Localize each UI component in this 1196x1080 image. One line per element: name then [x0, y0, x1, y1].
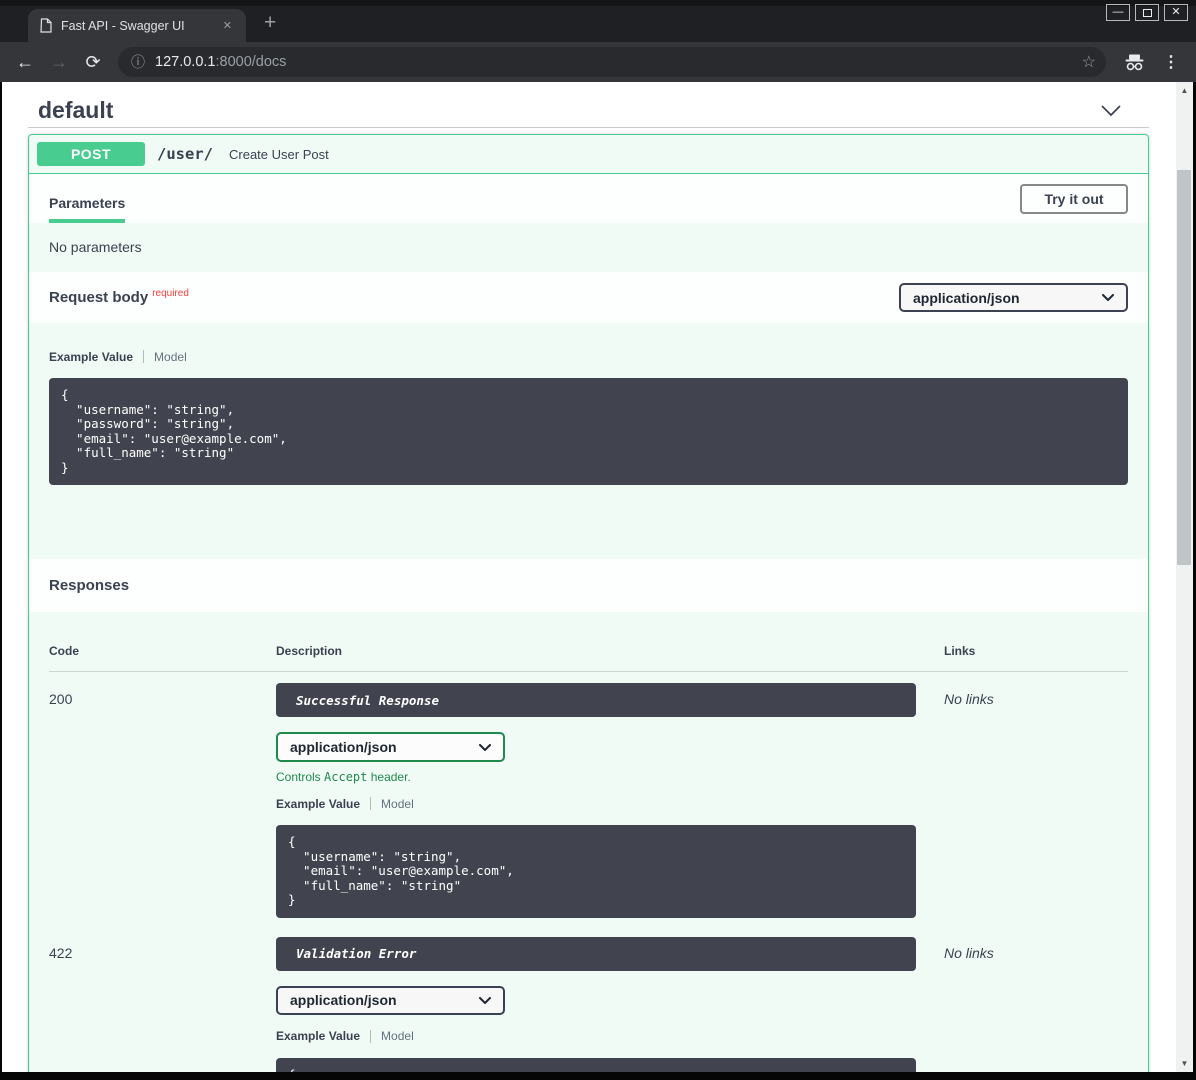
example-model-tabs: Example Value Model	[276, 1029, 916, 1044]
response-content-type-value: application/json	[290, 992, 397, 1008]
col-description: Description	[276, 644, 916, 658]
response-description: Successful Response	[276, 683, 916, 717]
browser-toolbar: ← → ⟳ ⓘ 127.0.0.1:8000/docs ☆ ⋮	[0, 42, 1196, 82]
response-description-cell: Successful Response application/json Con…	[276, 683, 916, 918]
page-scrollbar[interactable]: ▲ ▼	[1176, 82, 1193, 1072]
tab-model[interactable]: Model	[154, 350, 187, 364]
opblock-post-user: POST /user/ Create User Post Parameters …	[28, 134, 1149, 1072]
bookmark-star-icon[interactable]: ☆	[1082, 52, 1096, 72]
collapse-chevron-icon[interactable]	[1101, 105, 1121, 117]
response-content-type-select[interactable]: application/json	[276, 732, 505, 762]
url-host: 127.0.0.1	[155, 54, 215, 70]
tab-model[interactable]: Model	[381, 797, 414, 811]
col-code: Code	[49, 644, 276, 658]
browser-window: Fast API - Swagger UI ✕ + — ✕ ← → ⟳ ⓘ 12…	[0, 0, 1196, 1080]
tab-title: Fast API - Swagger UI	[61, 19, 210, 33]
back-button[interactable]: ←	[10, 42, 40, 82]
response-code: 422	[49, 937, 276, 1073]
endpoint-description: Create User Post	[229, 147, 329, 162]
response-description: Validation Error	[276, 937, 916, 971]
response-row-422: 422 Validation Error application/json Ex…	[49, 926, 1128, 1073]
site-info-icon[interactable]: ⓘ	[131, 52, 145, 72]
browser-menu-icon[interactable]: ⋮	[1157, 52, 1186, 72]
response-code: 200	[49, 683, 276, 918]
window-bottom-edge	[0, 1072, 1196, 1080]
responses-table: Code Description Links 200 Successful Re…	[29, 612, 1148, 1072]
request-body-header: Request body required application/json	[29, 272, 1148, 323]
window-drag-strip	[0, 0, 1196, 6]
api-section-header: default	[28, 82, 1149, 128]
close-button[interactable]: ✕	[1164, 4, 1188, 21]
response-description-cell: Validation Error application/json Exampl…	[276, 937, 916, 1073]
maximize-icon	[1143, 9, 1152, 17]
tab-close-icon[interactable]: ✕	[219, 17, 236, 34]
chevron-down-icon	[479, 997, 491, 1004]
response-example-json: { "username": "string", "email": "user@e…	[276, 825, 916, 918]
response-content-type-select[interactable]: application/json	[276, 986, 505, 1015]
scrollbar-thumb[interactable]	[1177, 170, 1191, 565]
scrollbar-down-icon[interactable]: ▼	[1176, 1055, 1193, 1072]
chevron-down-icon	[479, 744, 491, 751]
response-row-200: 200 Successful Response application/json…	[49, 672, 1128, 918]
forward-button[interactable]: →	[44, 42, 74, 82]
endpoint-summary-row[interactable]: POST /user/ Create User Post	[29, 135, 1148, 174]
chevron-down-icon	[1102, 294, 1114, 301]
endpoint-path: /user/	[157, 145, 213, 163]
tab-model[interactable]: Model	[381, 1029, 414, 1043]
request-example-json: { "username": "string", "password": "str…	[49, 378, 1128, 485]
spacer	[49, 485, 1128, 559]
window-controls: — ✕	[1106, 4, 1188, 21]
url-path: :8000/docs	[215, 54, 286, 70]
tab-example-value[interactable]: Example Value	[276, 797, 360, 811]
no-parameters-text: No parameters	[29, 223, 1148, 272]
response-content-type-value: application/json	[290, 739, 397, 755]
example-model-tabs: Example Value Model	[49, 349, 1128, 364]
controls-accept-note: Controls Accept header.	[276, 770, 916, 784]
tab-example-value[interactable]: Example Value	[276, 1029, 360, 1043]
minimize-button[interactable]: —	[1106, 4, 1130, 21]
tab-bar: Fast API - Swagger UI ✕ + — ✕	[0, 0, 1196, 42]
maximize-button[interactable]	[1135, 4, 1159, 21]
address-bar[interactable]: ⓘ 127.0.0.1:8000/docs ☆	[118, 47, 1106, 77]
required-flag: required	[152, 288, 189, 299]
tab-separator	[370, 797, 371, 810]
swagger-content: default POST /user/ Create User Post Par…	[28, 82, 1149, 1072]
response-links: No links	[916, 683, 1128, 918]
reload-button[interactable]: ⟳	[78, 42, 108, 82]
note-accept: Accept	[324, 770, 367, 784]
tab-parameters[interactable]: Parameters	[49, 174, 125, 223]
response-links: No links	[916, 937, 1128, 1073]
page-viewport: default POST /user/ Create User Post Par…	[0, 82, 1196, 1072]
note-prefix: Controls	[276, 770, 324, 784]
tab-example-value[interactable]: Example Value	[49, 350, 133, 364]
method-badge: POST	[37, 142, 145, 166]
responses-header: Responses	[29, 559, 1148, 612]
scrollbar-up-icon[interactable]: ▲	[1176, 82, 1193, 99]
responses-table-head: Code Description Links	[49, 644, 1128, 672]
tab-separator	[143, 350, 144, 363]
example-model-tabs: Example Value Model	[276, 796, 916, 811]
browser-tab[interactable]: Fast API - Swagger UI ✕	[28, 9, 246, 42]
section-title: default	[38, 97, 113, 124]
note-suffix: header.	[367, 770, 410, 784]
col-links: Links	[916, 644, 1128, 658]
request-content-type-value: application/json	[913, 290, 1020, 306]
incognito-icon	[1122, 52, 1147, 72]
try-it-out-button[interactable]: Try it out	[1020, 184, 1128, 214]
page-icon	[40, 18, 52, 33]
response-example-json: { "detail": [	[276, 1058, 916, 1073]
request-content-type-select[interactable]: application/json	[899, 283, 1128, 312]
request-body-example-section: Example Value Model { "username": "strin…	[29, 323, 1148, 559]
tab-separator	[370, 1030, 371, 1043]
request-body-label: Request body	[49, 289, 148, 306]
parameters-header: Parameters Try it out	[29, 174, 1148, 223]
url-text: 127.0.0.1:8000/docs	[155, 54, 1072, 70]
new-tab-button[interactable]: +	[260, 11, 280, 35]
